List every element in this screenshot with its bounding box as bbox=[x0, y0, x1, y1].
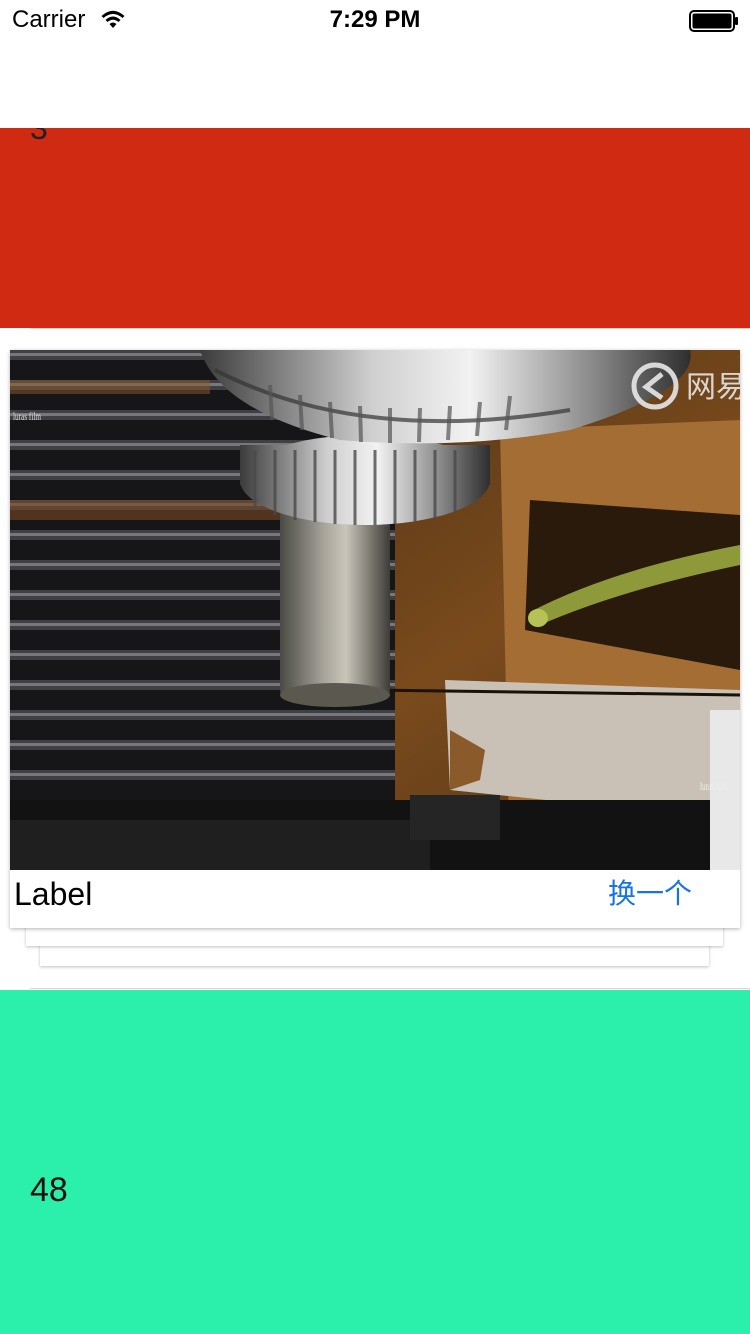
battery-icon bbox=[689, 10, 738, 32]
clock: 7:29 PM bbox=[329, 6, 421, 33]
video-caption-top: luras film bbox=[13, 409, 41, 423]
red-cell[interactable]: 3 bbox=[0, 128, 750, 328]
card-label: Label bbox=[14, 876, 93, 912]
cell-divider bbox=[30, 328, 750, 329]
screen: Carrier 7:29 PM 3 网易 luras film luras fi… bbox=[0, 0, 750, 1334]
green-cell[interactable]: 48 bbox=[0, 990, 750, 1334]
red-cell-number: 3 bbox=[30, 128, 48, 146]
video-thumbnail[interactable]: 网易 luras film luras film bbox=[10, 350, 740, 870]
video-card[interactable]: 网易 luras film luras film Label 换一个 bbox=[10, 350, 740, 928]
swap-button[interactable]: 换一个 bbox=[608, 872, 692, 916]
video-caption-bottom: luras film bbox=[700, 779, 728, 793]
green-cell-number: 48 bbox=[30, 1171, 68, 1209]
status-bar: Carrier 7:29 PM bbox=[0, 0, 750, 40]
video-frame-illustration: 网易 luras film luras film bbox=[10, 350, 740, 870]
video-watermark-text: 网易 bbox=[686, 370, 740, 405]
cell-divider bbox=[30, 988, 750, 989]
card-stack: 网易 luras film luras film Label 换一个 bbox=[0, 340, 750, 980]
